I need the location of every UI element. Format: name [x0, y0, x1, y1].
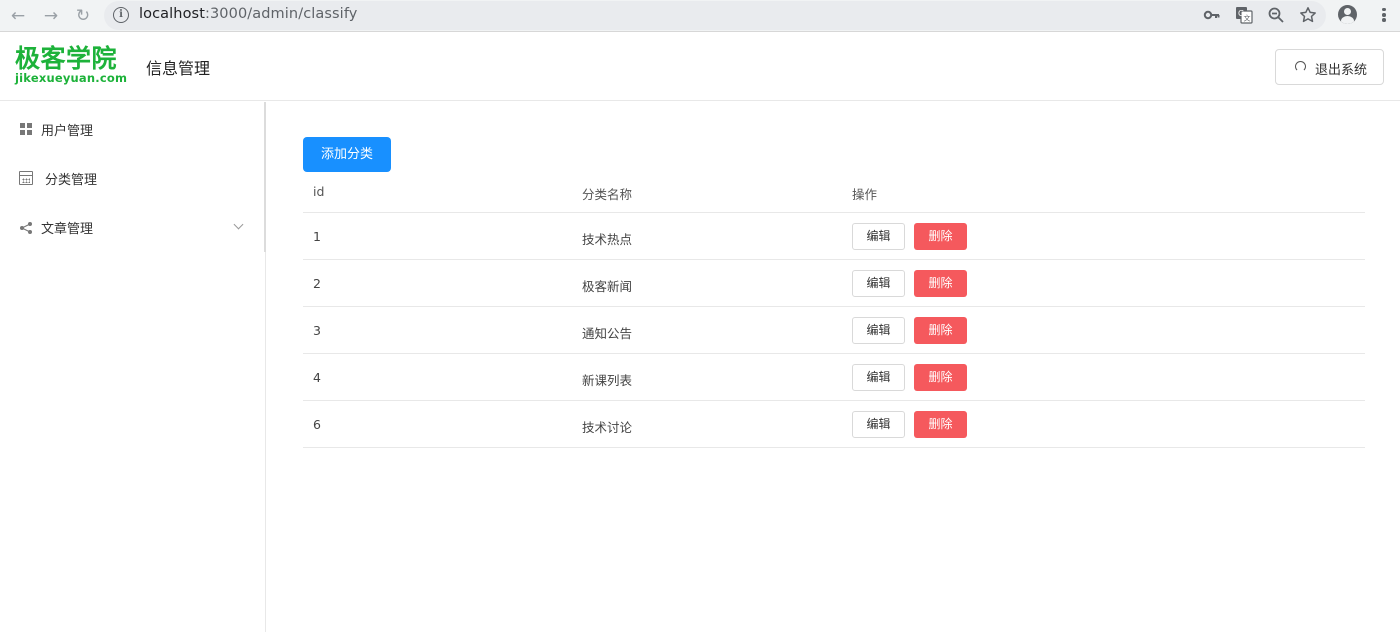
delete-button[interactable]: 删除	[914, 317, 967, 344]
sidebar-item-articles[interactable]: 文章管理	[0, 202, 264, 251]
sidebar-item-users[interactable]: 用户管理	[0, 104, 264, 153]
sidebar-scrollbar[interactable]	[264, 102, 266, 252]
power-icon	[1295, 61, 1306, 72]
page-title: 信息管理	[146, 59, 211, 78]
url-path: :3000/admin/classify	[205, 6, 358, 22]
column-header-actions: 操作	[852, 187, 878, 202]
address-bar[interactable]: i localhost:3000/admin/classify G文	[104, 1, 1326, 30]
back-arrow-icon[interactable]: ←	[8, 6, 28, 26]
logo-domain: jikexueyuan.com	[15, 71, 128, 85]
logo[interactable]: 极客学院 jikexueyuan.com	[15, 45, 127, 85]
row-name: 新课列表	[582, 373, 633, 388]
svg-text:文: 文	[1244, 14, 1251, 23]
sidebar-item-categories[interactable]: 分类管理	[0, 153, 264, 202]
edit-button[interactable]: 编辑	[852, 223, 905, 250]
reload-icon[interactable]: ↻	[73, 6, 93, 26]
star-icon[interactable]	[1297, 6, 1319, 28]
share-icon	[19, 220, 33, 234]
profile-icon[interactable]	[1338, 5, 1357, 24]
calendar-icon	[19, 171, 33, 185]
sidebar-item-label: 分类管理	[45, 173, 98, 188]
row-id: 3	[313, 323, 321, 338]
forward-arrow-icon[interactable]: →	[41, 6, 61, 26]
key-icon[interactable]	[1201, 6, 1223, 28]
column-header-name: 分类名称	[582, 187, 633, 202]
grid-icon	[19, 122, 33, 136]
column-header-id: id	[313, 184, 325, 199]
row-id: 1	[313, 229, 321, 244]
url-host: localhost	[139, 6, 205, 22]
table-header: id 分类名称 操作	[303, 172, 1365, 213]
row-name: 技术讨论	[582, 420, 633, 435]
logout-label: 退出系统	[1315, 63, 1368, 78]
row-id: 6	[313, 417, 321, 432]
table-row: 6 技术讨论 编辑 删除	[303, 401, 1365, 448]
info-icon[interactable]: i	[113, 7, 129, 23]
delete-button[interactable]: 删除	[914, 223, 967, 250]
edit-button[interactable]: 编辑	[852, 364, 905, 391]
table-row: 1 技术热点 编辑 删除	[303, 213, 1365, 260]
logo-text: 极客学院	[15, 44, 118, 73]
row-name: 极客新闻	[582, 279, 633, 294]
edit-button[interactable]: 编辑	[852, 411, 905, 438]
table-row: 2 极客新闻 编辑 删除	[303, 260, 1365, 307]
category-table: id 分类名称 操作 1 技术热点 编辑 删除 2 极客新闻 编辑 删除 3 通…	[303, 172, 1365, 448]
zoom-icon[interactable]	[1265, 6, 1287, 28]
table-row: 4 新课列表 编辑 删除	[303, 354, 1365, 401]
add-category-button[interactable]: 添加分类	[303, 137, 391, 172]
edit-button[interactable]: 编辑	[852, 270, 905, 297]
sidebar-item-label: 用户管理	[41, 124, 94, 139]
delete-button[interactable]: 删除	[914, 270, 967, 297]
app-header: 极客学院 jikexueyuan.com 信息管理 退出系统	[0, 33, 1400, 101]
row-id: 4	[313, 370, 321, 385]
translate-icon[interactable]: G文	[1233, 6, 1255, 28]
edit-button[interactable]: 编辑	[852, 317, 905, 344]
row-name: 通知公告	[582, 326, 633, 341]
browser-toolbar: ← → ↻ i localhost:3000/admin/classify G文	[0, 0, 1400, 32]
delete-button[interactable]: 删除	[914, 411, 967, 438]
row-id: 2	[313, 276, 321, 291]
table-row: 3 通知公告 编辑 删除	[303, 307, 1365, 354]
more-menu-icon[interactable]	[1376, 6, 1392, 26]
logout-button[interactable]: 退出系统	[1275, 49, 1384, 85]
sidebar: 用户管理 分类管理 文章管理	[0, 102, 266, 632]
row-name: 技术热点	[582, 232, 633, 247]
url-text[interactable]: localhost:3000/admin/classify	[139, 6, 357, 22]
chevron-down-icon[interactable]	[233, 219, 244, 230]
sidebar-item-label: 文章管理	[41, 222, 94, 237]
delete-button[interactable]: 删除	[914, 364, 967, 391]
